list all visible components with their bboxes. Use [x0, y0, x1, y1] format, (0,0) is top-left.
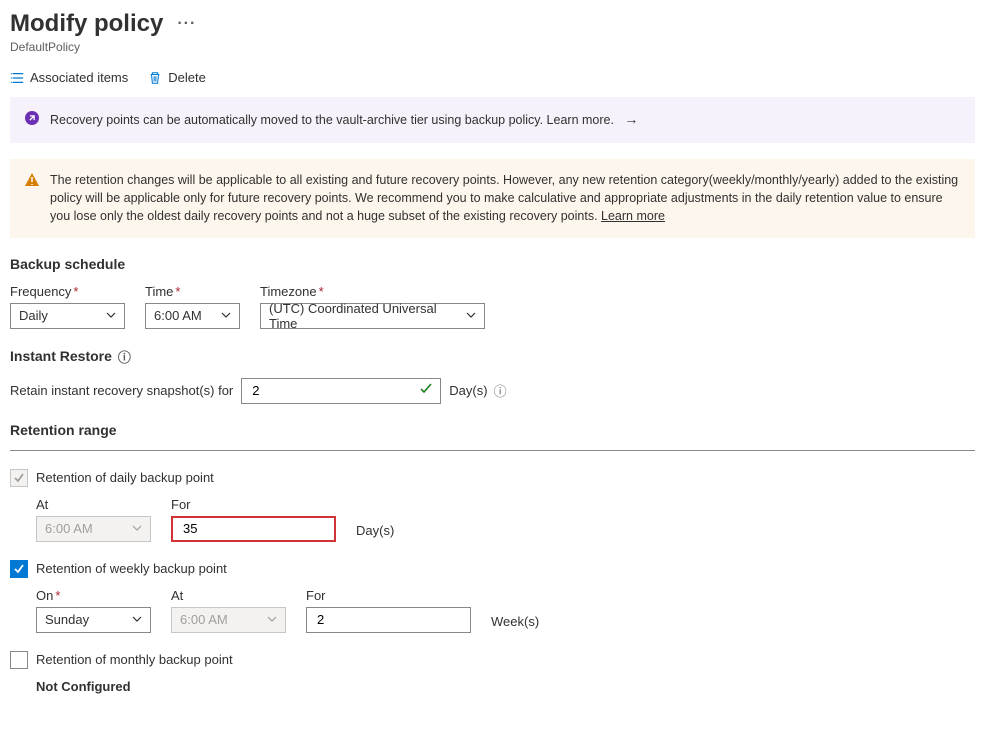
instant-days-input[interactable]	[241, 378, 441, 404]
weekly-for-input[interactable]	[306, 607, 471, 633]
instant-retain-label: Retain instant recovery snapshot(s) for	[10, 383, 233, 398]
weekly-label: Retention of weekly backup point	[36, 561, 227, 576]
instant-suffix: Day(s) ⓘ	[449, 381, 506, 400]
time-select[interactable]: 6:00 AM	[145, 303, 240, 329]
info-icon[interactable]: ⓘ	[494, 381, 507, 400]
chevron-down-icon	[267, 612, 277, 627]
backup-schedule-heading: Backup schedule	[10, 256, 975, 272]
weekly-retention-row: Retention of weekly backup point	[10, 560, 975, 578]
page-title-text: Modify policy	[10, 10, 163, 38]
daily-for-label: For	[171, 497, 336, 512]
daily-at-select: 6:00 AM	[36, 516, 151, 542]
weekly-checkbox[interactable]	[10, 560, 28, 578]
weekly-at-select: 6:00 AM	[171, 607, 286, 633]
weekly-on-select[interactable]: Sunday	[36, 607, 151, 633]
chevron-down-icon	[221, 308, 231, 323]
weekly-suffix: Week(s)	[491, 614, 539, 633]
chevron-down-icon	[106, 308, 116, 323]
time-field: Time* 6:00 AM	[145, 284, 240, 329]
daily-fields: At 6:00 AM For Day(s)	[36, 497, 975, 542]
weekly-on-label: On*	[36, 588, 151, 603]
delete-label: Delete	[168, 70, 206, 85]
frequency-field: Frequency* Daily	[10, 284, 125, 329]
chevron-down-icon	[466, 308, 476, 323]
schedule-row: Frequency* Daily Time* 6:00 AM Timezone*…	[10, 284, 975, 329]
associated-items-label: Associated items	[30, 70, 128, 85]
check-icon	[420, 383, 432, 398]
chevron-down-icon	[132, 612, 142, 627]
archive-banner-text: Recovery points can be automatically mov…	[50, 109, 638, 129]
weekly-fields: On* Sunday At 6:00 AM For Week(s)	[36, 588, 975, 633]
monthly-checkbox[interactable]	[10, 651, 28, 669]
daily-retention-row: Retention of daily backup point	[10, 469, 975, 487]
warning-banner: The retention changes will be applicable…	[10, 159, 975, 237]
weekly-at-label: At	[171, 588, 286, 603]
frequency-select[interactable]: Daily	[10, 303, 125, 329]
monthly-not-configured: Not Configured	[36, 679, 975, 694]
list-icon	[10, 71, 24, 85]
chevron-down-icon	[132, 521, 142, 536]
timezone-label: Timezone*	[260, 284, 485, 299]
monthly-label: Retention of monthly backup point	[36, 652, 233, 667]
toolbar: Associated items Delete	[10, 70, 975, 85]
time-label: Time*	[145, 284, 240, 299]
daily-label: Retention of daily backup point	[36, 470, 214, 485]
daily-suffix: Day(s)	[356, 523, 394, 542]
more-icon[interactable]: ···	[177, 15, 196, 33]
daily-checkbox	[10, 469, 28, 487]
frequency-label: Frequency*	[10, 284, 125, 299]
page-title: Modify policy ···	[10, 10, 975, 38]
trash-icon	[148, 71, 162, 85]
divider	[10, 450, 975, 451]
info-icon[interactable]: ⓘ	[118, 347, 131, 366]
move-icon	[24, 110, 40, 131]
instant-restore-heading: Instant Restore ⓘ	[10, 347, 975, 366]
instant-restore-row: Retain instant recovery snapshot(s) for …	[10, 378, 975, 404]
daily-at-label: At	[36, 497, 151, 512]
monthly-retention-row: Retention of monthly backup point	[10, 651, 975, 669]
timezone-select[interactable]: (UTC) Coordinated Universal Time	[260, 303, 485, 329]
weekly-for-label: For	[306, 588, 471, 603]
arrow-right-icon[interactable]: →	[624, 111, 638, 127]
page-subtitle: DefaultPolicy	[10, 40, 975, 54]
timezone-field: Timezone* (UTC) Coordinated Universal Ti…	[260, 284, 485, 329]
warning-banner-text: The retention changes will be applicable…	[50, 171, 961, 225]
delete-button[interactable]: Delete	[148, 70, 206, 85]
associated-items-button[interactable]: Associated items	[10, 70, 128, 85]
retention-range-heading: Retention range	[10, 422, 975, 438]
daily-for-input[interactable]	[171, 516, 336, 542]
learn-more-link[interactable]: Learn more	[601, 209, 665, 223]
archive-banner: Recovery points can be automatically mov…	[10, 97, 975, 143]
warning-icon	[24, 172, 40, 193]
